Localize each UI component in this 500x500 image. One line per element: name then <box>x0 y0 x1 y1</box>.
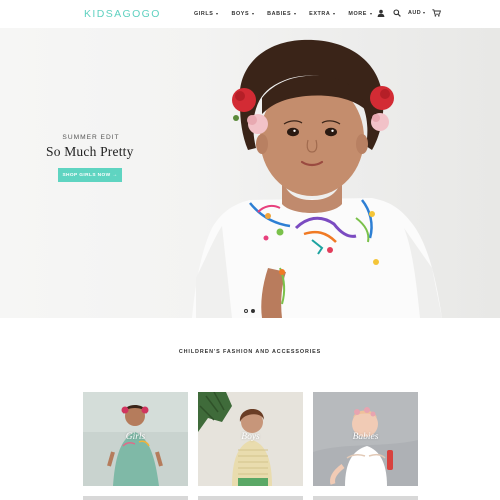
nav-item-label: MORE <box>348 11 367 17</box>
user-icon[interactable] <box>376 8 386 18</box>
category-label: Boys <box>241 432 260 442</box>
search-icon[interactable] <box>392 8 402 18</box>
category-card-babies[interactable]: Babies <box>313 392 418 486</box>
category-card-girls[interactable]: Girls <box>83 392 188 486</box>
slide-dot-active[interactable] <box>251 309 255 313</box>
chevron-down-icon <box>423 12 426 14</box>
shop-girls-button[interactable]: SHOP GIRLS NOW → <box>58 168 122 182</box>
main-nav: GIRLS BOYS BABIES EXTRA MORE <box>194 9 385 19</box>
section-title: CHILDREN'S FASHION AND ACCESSORIES <box>178 349 322 355</box>
nav-item-more[interactable]: MORE <box>348 9 372 19</box>
site-logo[interactable]: KIDSAGOGO <box>84 8 161 20</box>
nav-item-label: GIRLS <box>194 11 214 17</box>
hero-title: So Much Pretty <box>46 144 134 159</box>
currency-selector[interactable]: AUD <box>408 10 426 16</box>
nav-item-babies[interactable]: BABIES <box>267 9 297 19</box>
nav-item-extra[interactable]: EXTRA <box>309 9 336 19</box>
hero-kicker: SUMMER EDIT <box>62 134 120 141</box>
nav-item-label: BOYS <box>231 11 250 17</box>
category-label: Babies <box>352 432 379 442</box>
nav-item-boys[interactable]: BOYS <box>231 9 255 19</box>
chevron-down-icon <box>252 13 255 15</box>
chevron-down-icon <box>370 13 372 15</box>
nav-item-girls[interactable]: GIRLS <box>194 9 219 19</box>
chevron-down-icon <box>333 13 336 15</box>
header-tools: AUD <box>376 8 441 18</box>
category-label: Girls <box>125 432 146 442</box>
slideshow-dots <box>244 309 255 313</box>
category-grid: Girls Boys Babies <box>83 392 419 500</box>
cart-icon[interactable] <box>431 8 441 18</box>
chevron-down-icon <box>216 13 219 15</box>
hero-banner: SUMMER EDIT So Much Pretty SHOP GIRLS NO… <box>0 28 500 318</box>
nav-item-label: EXTRA <box>309 11 331 17</box>
card-divider <box>83 496 188 500</box>
category-card-boys[interactable]: Boys <box>198 392 303 486</box>
chevron-down-icon <box>294 13 297 15</box>
currency-label: AUD <box>408 10 422 16</box>
slide-dot[interactable] <box>244 309 248 313</box>
card-divider <box>313 496 418 500</box>
site-header: KIDSAGOGO GIRLS BOYS BABIES EXTRA MORE A… <box>0 0 500 28</box>
nav-item-label: BABIES <box>267 11 292 17</box>
card-divider <box>198 496 303 500</box>
